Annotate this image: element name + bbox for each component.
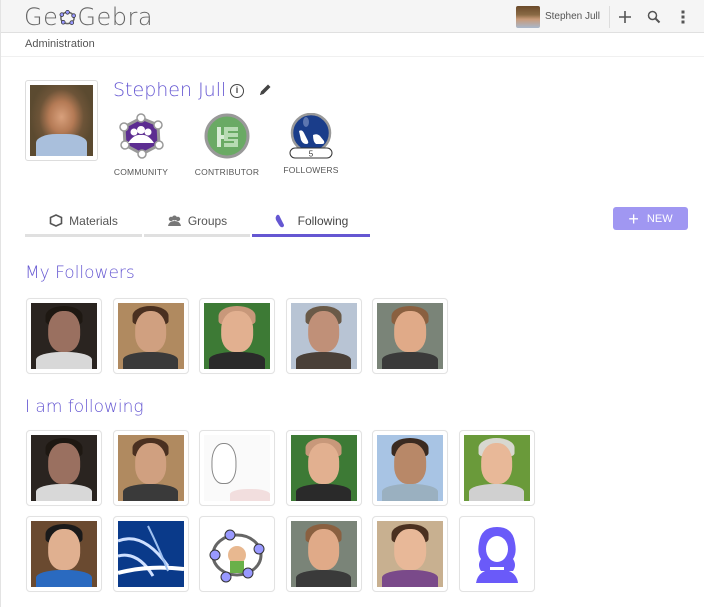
followers-title: My Followers <box>25 263 135 283</box>
following-card[interactable] <box>372 430 448 506</box>
following-card[interactable] <box>285 516 362 592</box>
default-female-avatar <box>463 521 530 587</box>
following-card[interactable] <box>285 430 362 506</box>
follower-card[interactable] <box>112 298 189 374</box>
tab-materials[interactable]: Materials <box>25 207 142 237</box>
following-card[interactable] <box>112 516 189 592</box>
user-avatar-6 <box>377 435 443 501</box>
geogebra-logo-icon <box>59 10 77 25</box>
badge-label: CONTRIBUTOR <box>194 167 260 177</box>
user-avatar-9 <box>377 521 443 587</box>
user-avatar-2 <box>117 435 184 501</box>
tab-following[interactable]: Following <box>252 207 370 237</box>
info-icon[interactable]: i <box>230 84 244 98</box>
plus-icon: + <box>628 208 639 229</box>
new-button[interactable]: + NEW <box>613 207 688 230</box>
logo-avatar <box>117 521 184 587</box>
followers-count: 5 <box>309 150 314 159</box>
edit-pencil-icon[interactable] <box>258 83 272 97</box>
user-avatar-3 <box>290 435 357 501</box>
badge-label: FOLLOWERS <box>283 165 339 175</box>
following-card[interactable] <box>199 430 275 506</box>
add-button[interactable] <box>610 0 639 33</box>
following-card[interactable] <box>458 430 535 506</box>
badge-community[interactable]: COMMUNITY <box>106 113 176 177</box>
follower-card[interactable] <box>26 298 102 374</box>
plus-icon <box>618 10 631 23</box>
community-badge-icon <box>119 113 164 159</box>
follower-card[interactable] <box>285 298 362 374</box>
more-menu-button[interactable] <box>668 0 697 33</box>
search-button[interactable] <box>639 0 668 33</box>
follower-card[interactable] <box>199 298 275 374</box>
geogebra-logo[interactable]: Ge Gebra <box>24 3 153 31</box>
tab-groups[interactable]: Groups <box>144 207 250 237</box>
badge-contributor[interactable]: CONTRIBUTOR <box>192 113 262 177</box>
search-icon <box>647 10 660 23</box>
geogebra-avatar <box>204 521 270 587</box>
following-card[interactable] <box>458 516 535 592</box>
badge-label: COMMUNITY <box>113 167 169 177</box>
user-avatar-7 <box>463 435 530 501</box>
user-avatar-1 <box>31 303 97 369</box>
user-avatar[interactable] <box>515 5 540 28</box>
followers-grid <box>26 298 626 384</box>
user-name[interactable]: Stephen Jull <box>545 5 610 28</box>
following-icon <box>275 214 284 227</box>
profile-name: Stephen Jull <box>113 79 227 101</box>
sketch-avatar <box>204 435 270 501</box>
following-title: I am following <box>25 397 144 417</box>
user-avatar-2 <box>117 303 184 369</box>
user-menu: Stephen Jull <box>515 0 704 33</box>
profile-tabs: Materials Groups Following <box>25 207 372 237</box>
following-card[interactable] <box>26 516 102 592</box>
user-avatar-3 <box>204 303 270 369</box>
user-avatar-4 <box>290 303 357 369</box>
follower-card[interactable] <box>372 298 448 374</box>
divider <box>1 56 704 57</box>
page: Ge Gebra Stephen Jull Administration Step… <box>0 0 704 607</box>
profile-photo[interactable] <box>25 80 98 161</box>
user-avatar-5 <box>290 521 357 587</box>
materials-icon <box>49 214 63 227</box>
top-bar: Ge Gebra Stephen Jull <box>1 0 704 33</box>
user-avatar-5 <box>377 303 443 369</box>
following-card[interactable] <box>112 430 189 506</box>
breadcrumb[interactable]: Administration <box>25 38 95 50</box>
user-avatar-1 <box>31 435 97 501</box>
following-grid <box>26 430 626 602</box>
contributor-badge-icon <box>204 113 250 159</box>
badge-followers[interactable]: 5 FOLLOWERS <box>276 113 346 175</box>
following-card[interactable] <box>199 516 275 592</box>
more-vertical-icon <box>681 10 684 23</box>
following-card[interactable] <box>372 516 448 592</box>
groups-icon <box>167 215 181 226</box>
following-card[interactable] <box>26 430 102 506</box>
followers-badge-icon: 5 <box>289 113 333 159</box>
user-avatar-8 <box>31 521 97 587</box>
